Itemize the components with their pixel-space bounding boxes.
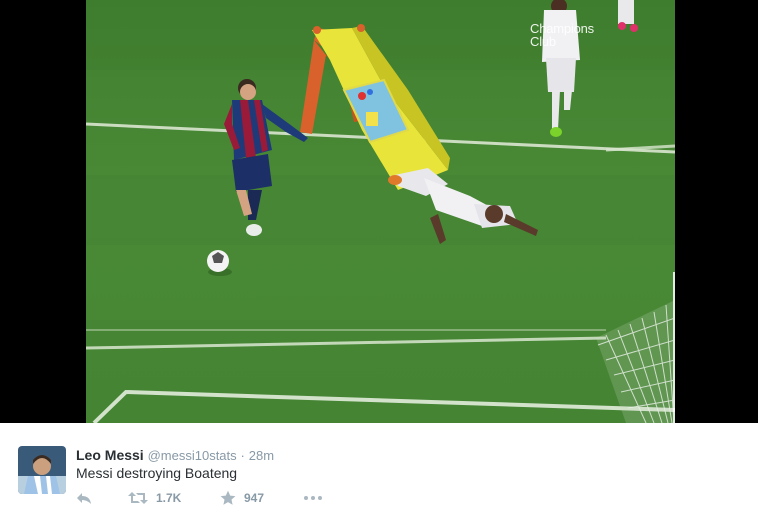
more-dots-icon bbox=[304, 496, 322, 500]
retweet-icon bbox=[128, 492, 148, 504]
retweet-count: 1.7K bbox=[156, 491, 182, 505]
tweet-media-image[interactable]: Champions Club bbox=[0, 0, 758, 423]
display-name[interactable]: Leo Messi bbox=[76, 447, 144, 463]
more-button[interactable] bbox=[303, 489, 323, 507]
tweet-header: Leo Messi @messi10stats · 28m bbox=[76, 446, 274, 465]
favorite-count: 947 bbox=[244, 491, 265, 505]
separator-dot: · bbox=[240, 448, 245, 463]
football bbox=[207, 250, 232, 276]
reply-icon bbox=[77, 493, 91, 504]
favorite-button[interactable]: 947 bbox=[220, 489, 264, 507]
user-handle[interactable]: @messi10stats bbox=[148, 448, 237, 463]
star-icon bbox=[220, 490, 236, 505]
tweet-text: Messi destroying Boateng bbox=[76, 465, 238, 481]
watermark-line-2: Club bbox=[530, 34, 556, 49]
champions-club-watermark: Champions Club bbox=[530, 22, 594, 48]
football-pitch-photo: Champions Club bbox=[86, 0, 675, 423]
retweet-button[interactable]: 1.7K bbox=[128, 489, 181, 507]
tweet-card: Leo Messi @messi10stats · 28m Messi dest… bbox=[0, 423, 758, 527]
reply-button[interactable] bbox=[76, 489, 92, 507]
avatar[interactable] bbox=[18, 446, 66, 494]
timestamp[interactable]: 28m bbox=[249, 448, 274, 463]
